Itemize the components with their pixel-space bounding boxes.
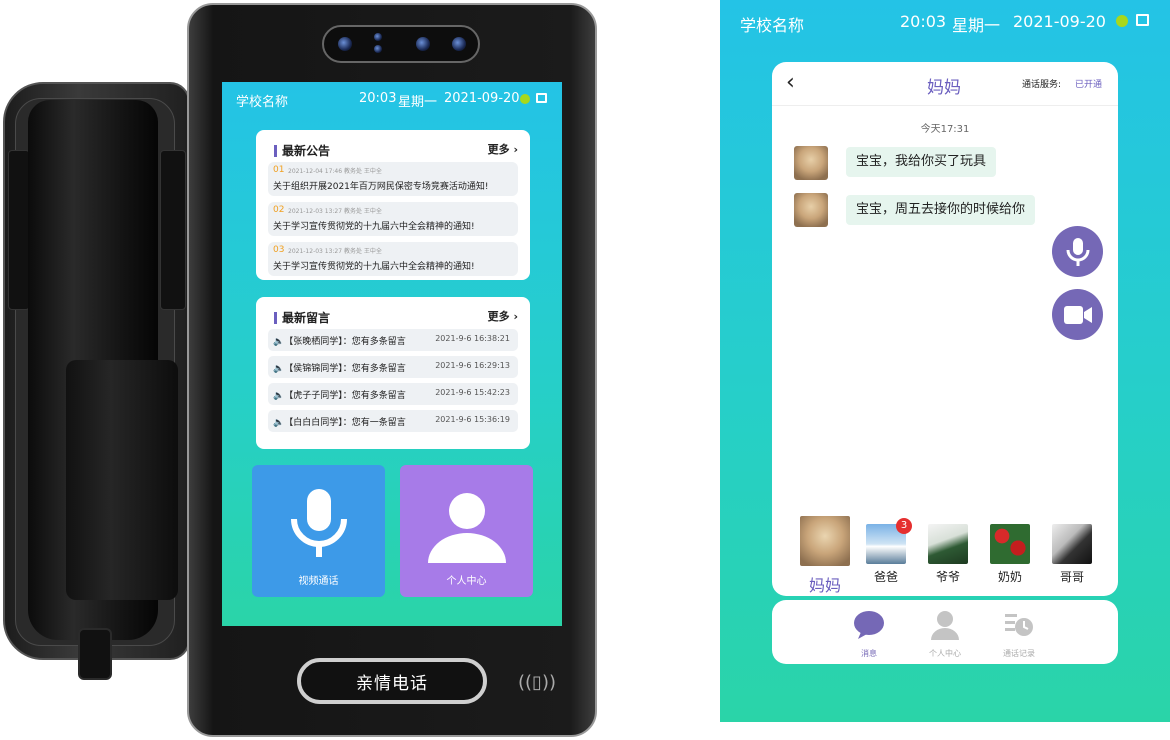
personal-center-label: 个人中心	[446, 576, 487, 587]
date: 2021-09-20	[1013, 12, 1106, 31]
contact-photo	[990, 524, 1030, 564]
microphone-icon	[291, 489, 347, 557]
message-item[interactable]: 🔈【张晚栖同学】：您有多条留言 2021-9-6 16:38:21	[268, 329, 518, 351]
announcements-card: 最新公告 更多 › 01 2021-12-04 17:46 教务处 王中全 关于…	[256, 130, 530, 280]
announcement-item[interactable]: 02 2021-12-03 13:27 教务处 王中全 关于学习宣传贯彻党的十九…	[268, 202, 518, 236]
contact-grandpa[interactable]: 爷爷	[918, 524, 978, 585]
clock-time: 20:03	[359, 91, 397, 106]
avatar	[794, 146, 828, 180]
call-service-status: 已开通	[1075, 80, 1103, 90]
contact-photo	[800, 516, 850, 566]
video-call-button[interactable]	[1052, 289, 1103, 340]
contact-dad[interactable]: 3 爸爸	[856, 518, 916, 585]
unread-badge: 3	[896, 518, 912, 534]
device-screen: 学校名称 20:03 星期一 2021-09-20 最新公告 更多 › 01 2…	[222, 82, 562, 626]
message-item[interactable]: 🔈【白白白同学】：您有一条留言 2021-9-6 15:36:19	[268, 410, 518, 432]
announcements-title: 最新公告	[274, 142, 330, 159]
school-name: 学校名称	[236, 95, 289, 110]
speaker-icon: 🔈	[273, 364, 285, 374]
video-call-label: 视频通话	[298, 576, 339, 587]
person-icon	[428, 493, 506, 563]
screen-icon	[1136, 14, 1149, 26]
back-arrow-icon[interactable]: ‹	[786, 70, 795, 95]
contact-mom[interactable]: 妈妈	[794, 516, 856, 596]
speaker-icon: 🔈	[273, 418, 285, 428]
contact-brother[interactable]: 哥哥	[1042, 524, 1102, 585]
nav-personal-center[interactable]: 个人中心	[910, 610, 980, 659]
weekday: 星期一	[952, 16, 1001, 35]
date: 2021-09-20	[444, 91, 520, 106]
nav-messages[interactable]: 消息	[834, 610, 904, 659]
chat-bubble: 宝宝，周五去接你的时候给你	[846, 195, 1036, 225]
contact-photo	[928, 524, 968, 564]
app-status-bar: 学校名称 20:03 星期一 2021-09-20	[720, 0, 1170, 42]
announcement-item[interactable]: 03 2021-12-03 13:27 教务处 王中全 关于学习宣传贯彻党的十九…	[268, 242, 518, 276]
school-name: 学校名称	[740, 16, 805, 35]
video-camera-icon	[1063, 305, 1092, 324]
speaker-icon: 🔈	[273, 337, 285, 347]
messages-title: 最新留言	[274, 309, 330, 326]
status-dot-icon	[520, 94, 530, 104]
announcements-more-link[interactable]: 更多 ›	[488, 141, 518, 157]
message-item[interactable]: 🔈【虎子子同学】：您有多条留言 2021-9-6 15:42:23	[268, 383, 518, 405]
status-bar: 学校名称 20:03 星期一 2021-09-20	[222, 82, 562, 114]
chat-bubble: 宝宝，我给你买了玩具	[846, 147, 997, 177]
chat-header: ‹ 妈妈 通话服务: 已开通	[772, 62, 1118, 106]
person-icon	[931, 611, 959, 640]
handset-cord	[78, 628, 112, 680]
call-log-icon	[1005, 614, 1033, 636]
phone-app-screen: 学校名称 20:03 星期一 2021-09-20 ‹ 妈妈 通话服务: 已开通…	[720, 0, 1170, 722]
chat-timestamp: 今天17:31	[920, 124, 970, 135]
bottom-nav: 消息 个人中心 通话记录	[772, 600, 1118, 664]
nfc-card-icon: ((▯))	[518, 671, 556, 693]
chat-bubble-icon	[854, 611, 884, 639]
status-dot-icon	[1116, 15, 1128, 27]
screen-icon	[536, 93, 547, 103]
message-item[interactable]: 🔈【侯锦锦同学】：您有多条留言 2021-9-6 16:29:13	[268, 356, 518, 378]
chat-contact-name: 妈妈	[927, 78, 961, 98]
personal-center-tile[interactable]: 个人中心	[400, 465, 533, 597]
avatar	[794, 193, 828, 227]
nav-call-log[interactable]: 通话记录	[984, 610, 1054, 659]
call-service-label: 通话服务:	[1022, 80, 1062, 90]
chat-panel: ‹ 妈妈 通话服务: 已开通 今天17:31 宝宝，我给你买了玩具 宝宝，周五去…	[772, 62, 1118, 596]
telephone-handset[interactable]	[28, 100, 178, 640]
weekday: 星期一	[398, 95, 438, 110]
messages-more-link[interactable]: 更多 ›	[488, 308, 518, 324]
voice-call-button[interactable]	[1052, 226, 1103, 277]
cradle-clip-left	[8, 150, 30, 310]
video-call-tile[interactable]: 视频通话	[252, 465, 385, 597]
camera-module	[322, 25, 480, 63]
cradle-clip-right	[160, 150, 186, 310]
contact-photo	[1052, 524, 1092, 564]
microphone-icon	[1066, 237, 1089, 266]
family-call-button[interactable]: 亲情电话	[297, 658, 487, 704]
clock-time: 20:03	[900, 12, 947, 31]
speaker-icon: 🔈	[273, 391, 285, 401]
messages-card: 最新留言 更多 › 🔈【张晚栖同学】：您有多条留言 2021-9-6 16:38…	[256, 297, 530, 449]
announcement-item[interactable]: 01 2021-12-04 17:46 教务处 王中全 关于组织开展2021年百…	[268, 162, 518, 196]
contact-grandma[interactable]: 奶奶	[980, 524, 1040, 585]
